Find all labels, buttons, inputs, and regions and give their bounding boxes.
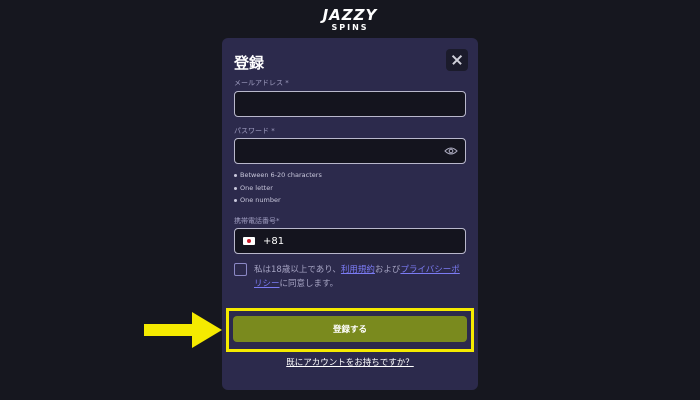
phone-country-code: +81 bbox=[263, 236, 285, 247]
brand-logo[interactable]: JAZZY SPINS bbox=[0, 8, 700, 32]
eye-icon[interactable] bbox=[444, 146, 458, 156]
consent-mid: および bbox=[374, 265, 401, 275]
modal-title: 登録 bbox=[234, 54, 265, 72]
password-rules: Between 6-20 characters One letter One n… bbox=[234, 169, 322, 207]
password-field[interactable] bbox=[234, 138, 466, 164]
phone-label: 携帯電話番号* bbox=[234, 217, 280, 225]
consent-post: に同意します。 bbox=[279, 279, 339, 289]
consent-pre: 私は18歳以上であり、 bbox=[254, 265, 341, 275]
password-rule: One number bbox=[234, 194, 322, 207]
phone-field[interactable]: +81 bbox=[234, 228, 466, 254]
brand-logo-line1: JAZZY bbox=[322, 6, 378, 24]
email-field[interactable] bbox=[234, 91, 466, 117]
terms-link[interactable]: 利用規約 bbox=[341, 265, 375, 275]
login-link[interactable]: 既にアカウントをお持ちですか？ bbox=[222, 356, 478, 368]
consent-checkbox[interactable] bbox=[234, 263, 247, 276]
close-icon[interactable] bbox=[446, 49, 468, 71]
consent-text: 私は18歳以上であり、利用規約およびプライバシーポリシーに同意します。 bbox=[254, 263, 468, 291]
password-label: パスワード * bbox=[234, 127, 275, 135]
brand-logo-line2: SPINS bbox=[331, 23, 369, 32]
password-rule: One letter bbox=[234, 182, 322, 195]
email-label: メールアドレス * bbox=[234, 79, 289, 87]
password-rule: Between 6-20 characters bbox=[234, 169, 322, 182]
arrow-right-icon bbox=[144, 312, 222, 348]
japan-flag-icon[interactable] bbox=[243, 237, 255, 245]
register-submit-button[interactable]: 登録する bbox=[233, 316, 467, 342]
